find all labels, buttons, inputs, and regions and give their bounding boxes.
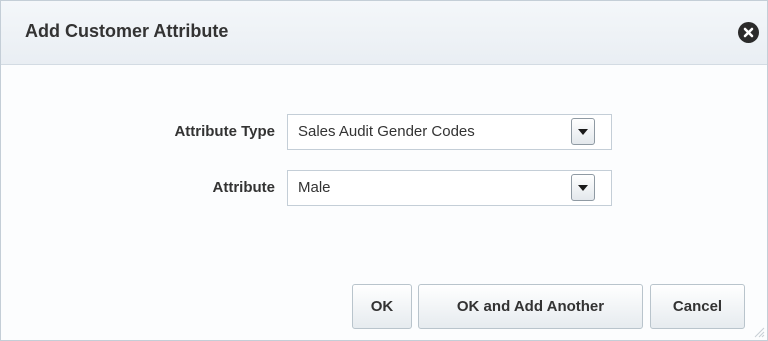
chevron-down-icon — [578, 185, 588, 191]
attribute-type-label: Attribute Type — [174, 123, 275, 140]
dialog-header: Add Customer Attribute — [1, 1, 767, 65]
close-icon[interactable] — [738, 22, 759, 43]
resize-grip-icon[interactable] — [753, 326, 765, 338]
cancel-button[interactable]: Cancel — [650, 284, 745, 329]
attribute-type-select[interactable]: Sales Audit Gender Codes — [287, 114, 612, 150]
dialog-title: Add Customer Attribute — [25, 21, 229, 41]
chevron-down-icon — [578, 129, 588, 135]
attribute-label: Attribute — [212, 179, 276, 196]
attribute-dropdown-button[interactable] — [571, 174, 595, 201]
attribute-row: Attribute Male — [1, 170, 767, 206]
attribute-value: Male — [298, 179, 331, 196]
add-customer-attribute-dialog: Add Customer Attribute Attribute Type Sa… — [0, 0, 768, 341]
ok-button[interactable]: OK — [352, 284, 412, 329]
close-x-glyph — [743, 27, 754, 38]
attribute-type-dropdown-button[interactable] — [571, 118, 595, 145]
attribute-type-row: Attribute Type Sales Audit Gender Codes — [1, 114, 767, 150]
attribute-type-value: Sales Audit Gender Codes — [298, 123, 475, 140]
ok-and-add-another-button[interactable]: OK and Add Another — [418, 284, 643, 329]
attribute-select[interactable]: Male — [287, 170, 612, 206]
